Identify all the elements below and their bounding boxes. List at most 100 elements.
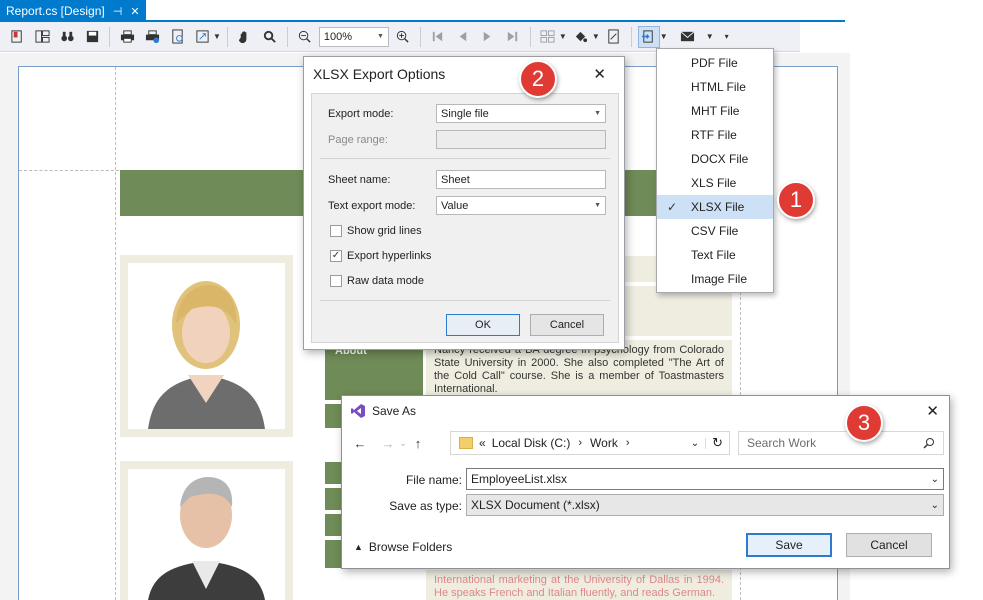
- cancel-button[interactable]: Cancel: [846, 533, 932, 557]
- document-tab-title: Report.cs [Design]: [6, 4, 105, 18]
- toolbar-overflow-icon[interactable]: ▾: [725, 32, 729, 41]
- checkmark-icon[interactable]: ✓: [330, 250, 342, 262]
- parameters-icon[interactable]: [31, 26, 53, 48]
- watermark-icon[interactable]: [603, 26, 625, 48]
- checkmark-icon: ✓: [667, 200, 678, 214]
- chevron-down-icon[interactable]: ⌄: [931, 474, 939, 485]
- menu-item-rtf[interactable]: RTF File: [657, 123, 773, 147]
- path-prefix: «: [479, 436, 486, 450]
- page-range-input[interactable]: [436, 130, 606, 149]
- zoom-out-icon[interactable]: [294, 26, 316, 48]
- first-page-icon[interactable]: [427, 26, 449, 48]
- quick-print-icon[interactable]: [141, 26, 163, 48]
- employee-photo: [128, 469, 285, 600]
- menu-item-label: DOCX File: [691, 152, 749, 166]
- send-email-icon[interactable]: [677, 26, 699, 48]
- browse-folders-toggle[interactable]: ▲ Browse Folders: [354, 540, 452, 554]
- search-input[interactable]: Search Work: [738, 431, 944, 455]
- menu-item-xlsx[interactable]: ✓ XLSX File: [657, 195, 773, 219]
- employee-photo: [128, 263, 285, 429]
- close-tab-icon[interactable]: ✕: [130, 5, 139, 18]
- cancel-button[interactable]: Cancel: [530, 314, 604, 336]
- open-icon[interactable]: [6, 26, 28, 48]
- raw-data-mode-checkbox[interactable]: Raw data mode: [330, 275, 424, 287]
- text-export-mode-select[interactable]: Value ▼: [436, 196, 606, 215]
- export-document-icon[interactable]: [637, 25, 660, 48]
- menu-item-mht[interactable]: MHT File: [657, 99, 773, 123]
- show-grid-lines-checkbox[interactable]: Show grid lines: [330, 225, 422, 237]
- last-page-icon[interactable]: [502, 26, 524, 48]
- checkbox-box[interactable]: [330, 225, 342, 237]
- pin-icon[interactable]: ⊣: [113, 5, 123, 18]
- background-color-icon[interactable]: [570, 26, 592, 48]
- margin-guide: [19, 170, 119, 171]
- close-icon[interactable]: ✕: [926, 402, 939, 420]
- menu-item-xls[interactable]: XLS File: [657, 171, 773, 195]
- chevron-down-icon[interactable]: ▼: [660, 32, 668, 41]
- forward-arrow-icon[interactable]: →: [378, 436, 398, 451]
- menu-item-label: CSV File: [691, 224, 739, 238]
- address-bar[interactable]: « Local Disk (C:) › Work › ⌄ ↻: [450, 431, 730, 455]
- document-tab[interactable]: Report.cs [Design] ⊣ ✕: [0, 0, 146, 22]
- step-badge-1: 1: [777, 181, 815, 219]
- chevron-down-icon[interactable]: ▼: [213, 32, 221, 41]
- chevron-right-icon: ›: [578, 437, 583, 449]
- file-name-input[interactable]: EmployeeList.xlsx ⌄: [466, 468, 944, 490]
- toolbar-separator: [109, 26, 110, 47]
- refresh-icon[interactable]: ↻: [706, 435, 729, 451]
- menu-item-html[interactable]: HTML File: [657, 75, 773, 99]
- export-hyperlinks-checkbox[interactable]: ✓ Export hyperlinks: [330, 250, 431, 262]
- menu-item-label: Text File: [691, 248, 736, 262]
- save-type-select[interactable]: XLSX Document (*.xlsx) ⌄: [466, 494, 944, 516]
- print-icon[interactable]: [116, 26, 138, 48]
- save-button[interactable]: Save: [746, 533, 832, 557]
- xlsx-export-options-dialog: XLSX Export Options ✕ Export mode: Singl…: [303, 56, 625, 350]
- checkbox-label: Raw data mode: [347, 275, 425, 287]
- binoculars-icon[interactable]: [56, 26, 78, 48]
- ok-button[interactable]: OK: [446, 314, 520, 336]
- chevron-down-icon[interactable]: ⌄: [398, 438, 408, 449]
- previous-page-icon[interactable]: [452, 26, 474, 48]
- chevron-down-icon: ▼: [594, 202, 601, 209]
- next-page-icon[interactable]: [477, 26, 499, 48]
- menu-item-docx[interactable]: DOCX File: [657, 147, 773, 171]
- menu-item-label: XLS File: [691, 176, 737, 190]
- divider: [320, 158, 610, 159]
- save-icon[interactable]: [81, 26, 103, 48]
- menu-item-csv[interactable]: CSV File: [657, 219, 773, 243]
- sheet-name-label: Sheet name:: [328, 174, 391, 186]
- path-drive[interactable]: Local Disk (C:): [492, 436, 571, 450]
- text-export-mode-value: Value: [441, 199, 469, 212]
- sheet-name-value: Sheet: [441, 173, 470, 186]
- search-placeholder: Search Work: [747, 436, 817, 450]
- menu-item-label: PDF File: [691, 56, 738, 70]
- chevron-right-icon: ›: [625, 437, 630, 449]
- toolbar-separator: [226, 26, 228, 47]
- hand-tool-icon[interactable]: [234, 26, 256, 48]
- up-arrow-icon[interactable]: ↑: [408, 436, 428, 451]
- menu-item-text[interactable]: Text File: [657, 243, 773, 267]
- chevron-down-icon[interactable]: ▼: [706, 32, 714, 41]
- chevron-up-icon: ▲: [354, 542, 363, 552]
- page-setup-icon[interactable]: [166, 26, 188, 48]
- path-folder[interactable]: Work: [590, 436, 618, 450]
- chevron-down-icon[interactable]: ⌄: [685, 437, 707, 449]
- chevron-down-icon[interactable]: ▼: [559, 32, 567, 41]
- back-arrow-icon[interactable]: ←: [350, 436, 370, 451]
- menu-item-pdf[interactable]: PDF File: [657, 51, 773, 75]
- menu-item-image[interactable]: Image File: [657, 267, 773, 291]
- chevron-down-icon[interactable]: ▼: [377, 33, 384, 40]
- close-icon[interactable]: ✕: [593, 65, 606, 83]
- page-range-label: Page range:: [328, 134, 388, 146]
- zoom-in-icon[interactable]: [392, 26, 414, 48]
- multipage-icon[interactable]: [537, 26, 559, 48]
- report-text: International marketing at the Universit…: [426, 570, 732, 600]
- checkbox-box[interactable]: [330, 275, 342, 287]
- sheet-name-input[interactable]: Sheet: [436, 170, 606, 189]
- menu-item-label: HTML File: [691, 80, 746, 94]
- zoom-combo[interactable]: 100% ▼: [318, 26, 389, 47]
- magnifier-icon[interactable]: [259, 26, 281, 48]
- export-mode-select[interactable]: Single file ▼: [436, 104, 606, 123]
- scale-icon[interactable]: [191, 26, 213, 48]
- chevron-down-icon[interactable]: ▼: [592, 32, 600, 41]
